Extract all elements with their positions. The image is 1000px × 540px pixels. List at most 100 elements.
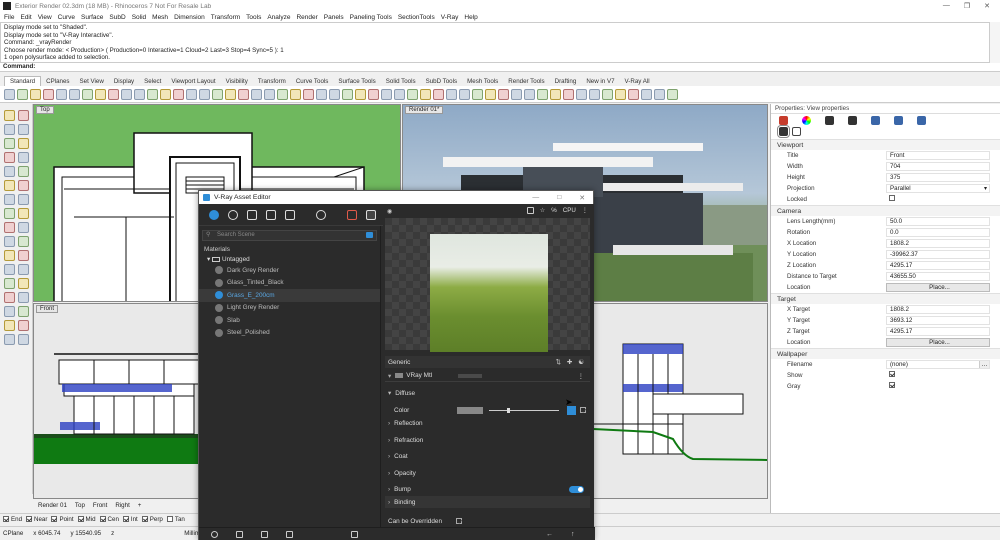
left-tool-icon[interactable] <box>4 278 15 289</box>
toolbar-tool-icon[interactable] <box>641 88 652 100</box>
eye-icon[interactable]: ◉ <box>387 208 392 215</box>
prop-input[interactable]: 43655.50 <box>886 272 990 281</box>
prop-input[interactable]: 3693.12 <box>886 316 990 325</box>
toolbar-tool-icon[interactable] <box>17 88 28 100</box>
place-button[interactable]: Place... <box>886 283 990 292</box>
viewport-label-top[interactable]: Top <box>36 106 54 114</box>
search-scene-input[interactable]: ⚲ Search Scene <box>202 230 377 241</box>
left-tool-icon[interactable] <box>18 236 29 247</box>
settings-gear-icon[interactable] <box>316 209 326 220</box>
layers-icon[interactable]: ☯ <box>578 358 584 366</box>
left-tool-icon[interactable] <box>4 306 15 317</box>
toolbar-tool-icon[interactable] <box>43 88 54 100</box>
viewport-section-header[interactable]: Viewport <box>771 139 1000 150</box>
frame-buffer-icon[interactable] <box>366 209 376 220</box>
osnap-end[interactable]: End <box>3 516 22 523</box>
left-tool-icon[interactable] <box>4 334 15 345</box>
restore-button[interactable]: ❐ <box>964 2 970 10</box>
left-tool-icon[interactable] <box>18 166 29 177</box>
tab-render-tools[interactable]: Render Tools <box>503 77 549 86</box>
toolbar-tool-icon[interactable] <box>667 88 678 100</box>
toolbar-tool-icon[interactable] <box>433 88 444 100</box>
group-untagged[interactable]: ▾ Untagged <box>199 254 380 264</box>
toolbar-tool-icon[interactable] <box>4 88 15 100</box>
menu-v-ray[interactable]: V-Ray <box>441 14 459 21</box>
tab-curve-tools[interactable]: Curve Tools <box>291 77 334 86</box>
tab-transform[interactable]: Transform <box>253 77 291 86</box>
left-tool-icon[interactable] <box>4 264 15 275</box>
osnap-int[interactable]: Int <box>122 516 138 523</box>
left-tool-icon[interactable] <box>4 152 15 163</box>
toolbar-tool-icon[interactable] <box>277 88 288 100</box>
osnap-near[interactable]: Near <box>26 516 47 523</box>
toolbar-tool-icon[interactable] <box>420 88 431 100</box>
more-options-icon[interactable]: ⋮ <box>582 207 588 214</box>
wallpaper-section-header[interactable]: Wallpaper <box>771 348 1000 359</box>
tab-solid-tools[interactable]: Solid Tools <box>381 77 421 86</box>
toolbar-tool-icon[interactable] <box>264 88 275 100</box>
toolbar-tool-icon[interactable] <box>524 88 535 100</box>
color-swatch[interactable] <box>457 406 484 414</box>
bump-toggle[interactable] <box>569 485 584 493</box>
menu-mesh[interactable]: Mesh <box>152 14 168 21</box>
command-prompt[interactable]: Command: <box>0 63 1000 72</box>
vray-maximize-button[interactable]: □ <box>557 194 561 202</box>
toolbar-tool-icon[interactable] <box>576 88 587 100</box>
left-tool-icon[interactable] <box>4 236 15 247</box>
toolbar-tool-icon[interactable] <box>602 88 613 100</box>
left-tool-icon[interactable] <box>18 278 29 289</box>
toolbar-tool-icon[interactable] <box>303 88 314 100</box>
material-item[interactable]: Slab <box>199 314 380 327</box>
menu-tools[interactable]: Tools <box>246 14 261 21</box>
vray-minimize-button[interactable]: — <box>532 194 539 202</box>
prop-input[interactable]: 375 <box>886 173 990 182</box>
toolbar-tool-icon[interactable] <box>147 88 158 100</box>
section-coat[interactable]: › Coat <box>385 450 590 462</box>
material-icon[interactable] <box>802 116 811 125</box>
filter-icon[interactable] <box>366 232 373 238</box>
left-tool-icon[interactable] <box>4 250 15 261</box>
render-elements-tab-icon[interactable] <box>285 209 295 220</box>
sun-icon[interactable] <box>917 116 926 125</box>
prop-input[interactable]: 1808.2 <box>886 239 990 248</box>
tab-cplanes[interactable]: CPlanes <box>41 77 74 86</box>
toolbar-tool-icon[interactable] <box>212 88 223 100</box>
osnap-mid[interactable]: Mid <box>77 516 96 523</box>
menu-file[interactable]: File <box>4 14 14 21</box>
left-tool-icon[interactable] <box>18 208 29 219</box>
mtl-toggle-icon[interactable] <box>395 373 404 378</box>
browse-button[interactable]: … <box>979 361 989 368</box>
osnap-point[interactable]: Point <box>51 516 74 523</box>
tab-new-in-v7[interactable]: New in V7 <box>581 77 619 86</box>
toolbar-tool-icon[interactable] <box>537 88 548 100</box>
back-arrow-icon[interactable]: ← <box>546 531 553 538</box>
tab-viewport-layout[interactable]: Viewport Layout <box>166 77 220 86</box>
left-tool-icon[interactable] <box>18 222 29 233</box>
toolbar-tool-icon[interactable] <box>69 88 80 100</box>
viewport-front-right[interactable] <box>592 303 768 499</box>
toolbar-tool-icon[interactable] <box>368 88 379 100</box>
status-cplane[interactable]: CPlane <box>3 530 23 537</box>
toolbar-tool-icon[interactable] <box>56 88 67 100</box>
left-tool-icon[interactable] <box>18 124 29 135</box>
material-item[interactable]: Glass_Tinted_Black <box>199 277 380 290</box>
menu-solid[interactable]: Solid <box>132 14 146 21</box>
geometry-tab-icon[interactable] <box>247 209 257 220</box>
tab-mesh-tools[interactable]: Mesh Tools <box>462 77 503 86</box>
left-tool-icon[interactable] <box>4 124 15 135</box>
toolbar-tool-icon[interactable] <box>225 88 236 100</box>
view-tab-front[interactable]: Front <box>93 502 107 509</box>
toolbar-tool-icon[interactable] <box>238 88 249 100</box>
menu-edit[interactable]: Edit <box>20 14 31 21</box>
tab-visibility[interactable]: Visibility <box>221 77 253 86</box>
toolbar-tool-icon[interactable] <box>108 88 119 100</box>
delete-icon[interactable] <box>286 531 293 538</box>
prop-input[interactable]: 50.0 <box>886 217 990 226</box>
view-window-icon[interactable] <box>792 127 801 136</box>
prop-input[interactable]: 704 <box>886 162 990 171</box>
prop-input[interactable]: 4295.17 <box>886 327 990 336</box>
prop-filename[interactable]: (none)… <box>886 360 990 369</box>
toolbar-tool-icon[interactable] <box>446 88 457 100</box>
section-reflection[interactable]: › Reflection <box>385 417 590 429</box>
prop-dropdown[interactable]: Parallel <box>886 184 990 193</box>
